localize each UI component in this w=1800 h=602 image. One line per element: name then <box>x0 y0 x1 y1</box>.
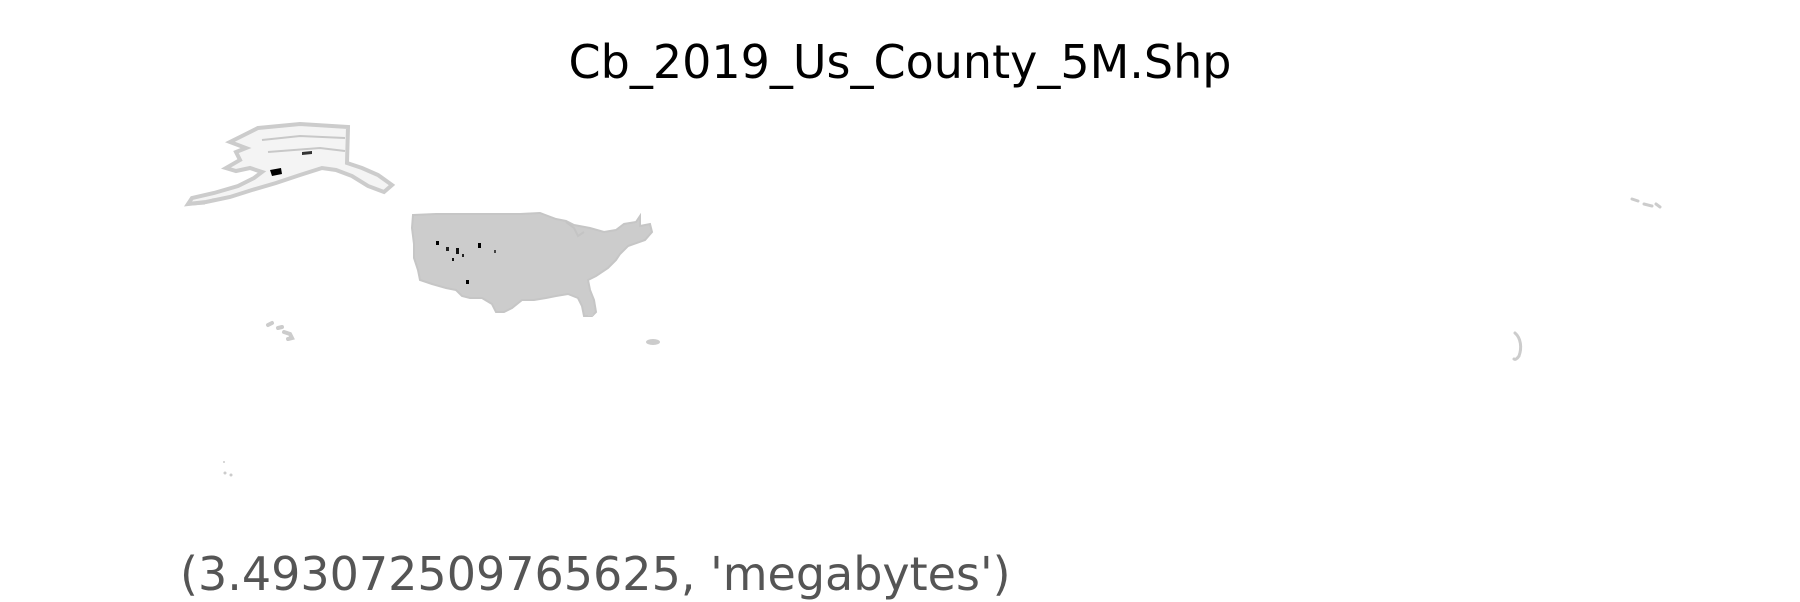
region-guam <box>1512 331 1523 361</box>
american-samoa-dot-3 <box>223 461 225 463</box>
guam-island <box>1512 331 1523 361</box>
shapefile-size-readout: (3.493072509765625, 'megabytes') <box>180 547 1011 601</box>
american-samoa-dot-2 <box>229 473 233 477</box>
contiguous-us-outline <box>410 211 654 317</box>
dark-county-3 <box>456 248 459 254</box>
county-map <box>183 121 1662 477</box>
american-samoa-dot-1 <box>223 471 227 475</box>
dark-county-7 <box>478 243 481 248</box>
dark-county-8 <box>494 250 496 253</box>
region-american-samoa <box>223 461 233 477</box>
dark-county-6 <box>466 280 469 284</box>
region-hawaii <box>266 321 295 341</box>
dark-county-5 <box>462 254 464 257</box>
region-alaska <box>183 121 396 207</box>
region-northern-mariana-islands <box>1630 197 1662 209</box>
dark-county-2 <box>446 247 449 251</box>
alaska-mainland <box>183 121 396 207</box>
region-puerto-rico <box>646 339 660 345</box>
region-contiguous-us <box>410 211 654 317</box>
hawaii-islands <box>266 321 295 341</box>
mariana-islands <box>1630 197 1662 209</box>
dark-county-1 <box>436 241 439 245</box>
puerto-rico-island <box>646 339 660 345</box>
dark-county-4 <box>452 258 454 261</box>
